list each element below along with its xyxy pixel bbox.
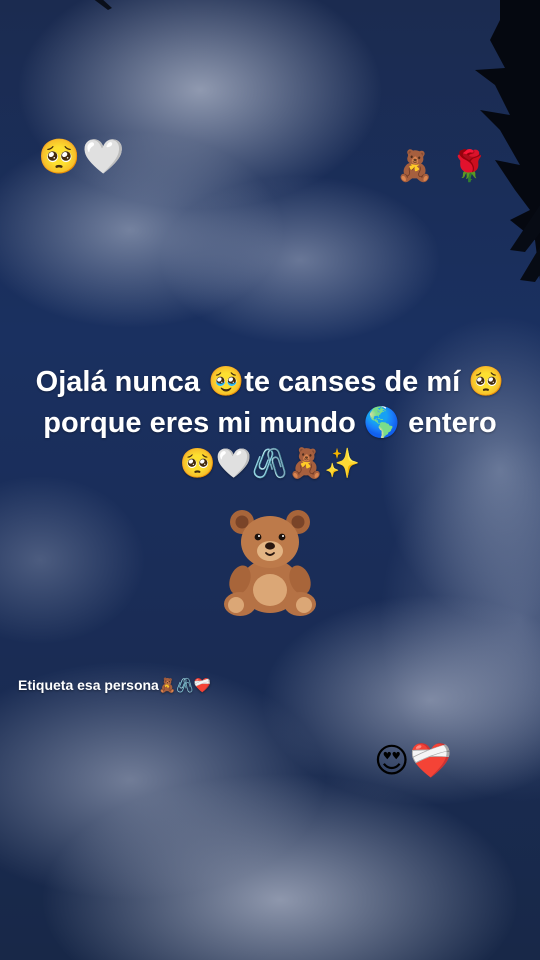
tag-that-person-caption: Etiqueta esa persona🧸🖇️❤️‍🩹 (18, 677, 212, 693)
sky-background: 🥺🤍 🧸 🌹 Ojalá nunca 🥹te canses de mí 🥺 po… (0, 0, 540, 960)
message-line-2: porque eres mi mundo 🌎 entero (43, 407, 497, 439)
teddy-bear-icon (224, 510, 316, 616)
twig-silhouette (94, 0, 112, 10)
main-message: Ojalá nunca 🥹te canses de mí 🥺 porque er… (0, 362, 540, 485)
message-line-1: Ojalá nunca 🥹te canses de mí 🥺 (35, 366, 505, 398)
pleading-heart-emojis: 🥺🤍 (38, 137, 127, 177)
foliage-silhouette (475, 0, 540, 282)
heart-eyes-heart-emojis: 😍❤️‍🩹 (374, 741, 452, 781)
teddy-rose-emojis: 🧸 🌹 (396, 149, 489, 184)
message-line-3: 🥺🤍🖇️🧸✨ (179, 448, 361, 480)
